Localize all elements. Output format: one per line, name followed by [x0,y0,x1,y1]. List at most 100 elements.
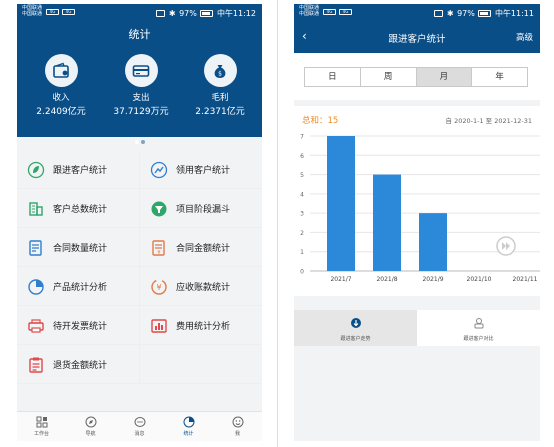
compare-tab[interactable]: 跟进客户对比 [417,310,540,346]
x-tick-label: 2021/10 [467,276,492,283]
printer-icon [27,317,45,335]
me-icon [213,415,262,429]
compare-icon [474,318,483,329]
grid-item-label: 应收账款统计 [176,283,231,293]
battery-percent: 97% [457,9,475,18]
battery-icon [200,10,214,17]
status-time: 中午11:12 [216,9,256,18]
y-tick-label: 7 [300,134,304,141]
tab-navigation[interactable]: 导航 [66,412,115,441]
bar [373,174,401,271]
status-bar: 中国联通 中国联通 4G 4G ✱ 97% 中午11:12 [17,4,262,21]
trend-icon [350,318,361,328]
battery-icon [478,10,492,17]
chart-person-icon [150,161,168,179]
tab-label: 工作台 [33,431,49,437]
segment-week[interactable]: 周 [361,68,417,86]
tab-label: 导航 [85,431,96,437]
metric-profit[interactable]: $ 毛利 2.2371亿元 [182,54,258,117]
signal-icon-2: 4G [62,9,75,15]
metric-expense[interactable]: 支出 37.7129万元 [103,54,179,117]
grid-item-project-funnel[interactable]: 项目阶段漏斗 [140,190,262,228]
x-tick-label: 2021/7 [330,276,351,283]
card-icon [124,54,158,87]
nfc-icon [434,10,444,17]
bluetooth-icon: ✱ [446,9,454,18]
grid-item-contract-amount[interactable]: ¥ 合同金额统计 [140,229,262,267]
x-tick-label: 2021/9 [422,276,443,283]
advanced-button[interactable]: 高级 [516,31,533,43]
tab-me[interactable]: 我 [213,412,262,441]
carrier-info: 中国联通 中国联通 [299,5,319,17]
trend-tab[interactable]: 跟进客户走势 [294,310,417,346]
grid-item-claimed-customers[interactable]: 领用客户统计 [140,151,262,189]
carrier-2: 中国联通 [22,10,43,17]
grid-item-label: 合同金额统计 [176,244,231,254]
segment-day[interactable]: 日 [305,68,361,86]
svg-text:¥: ¥ [157,250,160,256]
svg-text:$: $ [218,70,222,77]
signal-icon: 4G [46,9,59,15]
tab-label: 我 [234,431,240,437]
grid-divider [139,151,140,384]
grid-item-follow-up-customers[interactable]: 跟进客户统计 [17,151,139,189]
trend-label: 跟进客户走势 [340,336,371,342]
status-bar: 中国联通 中国联通 4G 4G ✱ 97% 中午11:11 [294,4,540,21]
x-tick-label: 2021/8 [376,276,397,283]
grid-item-customer-total[interactable]: 客户总数统计 [17,190,139,228]
y-tick-label: 0 [300,269,304,276]
period-segmented-control: 日 周 月 年 [304,67,528,87]
grid-item-label: 合同数量统计 [53,244,108,254]
tab-messages[interactable]: 消息 [115,412,164,441]
segment-month[interactable]: 月 [416,68,473,86]
segment-year[interactable]: 年 [472,68,527,86]
grid-item-label: 项目阶段漏斗 [176,205,231,215]
grid-item-expense-analysis[interactable]: 费用统计分析 [140,307,262,345]
bluetooth-icon: ✱ [168,9,176,18]
grid-item-label: 退货金额统计 [53,361,108,371]
metric-label: 支出 [132,93,150,103]
status-right: ✱ 97% 中午11:11 [433,8,534,19]
leaf-icon [27,161,45,179]
grid-item-return-amount[interactable]: 退货金额统计 [17,346,139,384]
tab-label: 统计 [183,431,194,437]
document-icon [27,239,45,257]
grid-item-label: 领用客户统计 [176,166,231,176]
metric-label: 收入 [52,93,70,103]
page-title: 跟进客户统计 [388,34,446,45]
funnel-icon [150,200,168,218]
x-tick-label: 2021/11 [513,276,538,283]
bottom-tab-bar: 工作台 导航 消息 统计 我 [17,411,262,441]
metric-income[interactable]: 收入 2.2409亿元 [23,54,99,117]
status-right: ✱ 97% 中午11:12 [155,8,256,19]
building-icon [27,200,45,218]
y-tick-label: 2 [300,230,304,237]
grid-item-product-analysis[interactable]: 产品统计分析 [17,268,139,306]
tab-workbench[interactable]: 工作台 [17,412,66,441]
grid-item-label: 跟进客户统计 [53,166,108,176]
compare-label: 跟进客户对比 [463,336,494,342]
y-tick-label: 5 [300,172,304,179]
grid-item-contract-count[interactable]: 合同数量统计 [17,229,139,267]
page-indicator [17,129,262,148]
tab-statistics[interactable]: 统计 [164,412,213,441]
battery-percent: 97% [179,9,197,18]
yen-coin-icon: ¥ [150,278,168,296]
grid-item-pending-invoices[interactable]: 待开发票统计 [17,307,139,345]
metric-label: 毛利 [211,93,229,103]
metric-value: 2.2409亿元 [36,107,86,117]
date-range: 自 2020-1-1 至 2021-12-31 [445,117,532,125]
grid-item-empty [140,346,262,384]
stats-screen: 中国联通 中国联通 4G 4G ✱ 97% 中午11:12 统计 收入 2.24… [17,4,262,441]
svg-text:¥: ¥ [156,283,161,292]
wallet-icon [44,54,78,87]
grid-item-receivables[interactable]: ¥ 应收账款统计 [140,268,262,306]
compass-icon [66,415,115,429]
status-time: 中午11:11 [494,9,534,18]
signal-icon: 4G [323,9,336,15]
y-tick-label: 6 [300,153,304,160]
grid-item-label: 产品统计分析 [53,283,108,293]
screenshot-divider [277,0,278,447]
follow-up-stats-screen: 中国联通 中国联通 4G 4G ✱ 97% 中午11:11 ‹ 跟进客户统计 高… [294,4,540,441]
clipboard-icon [27,356,45,374]
